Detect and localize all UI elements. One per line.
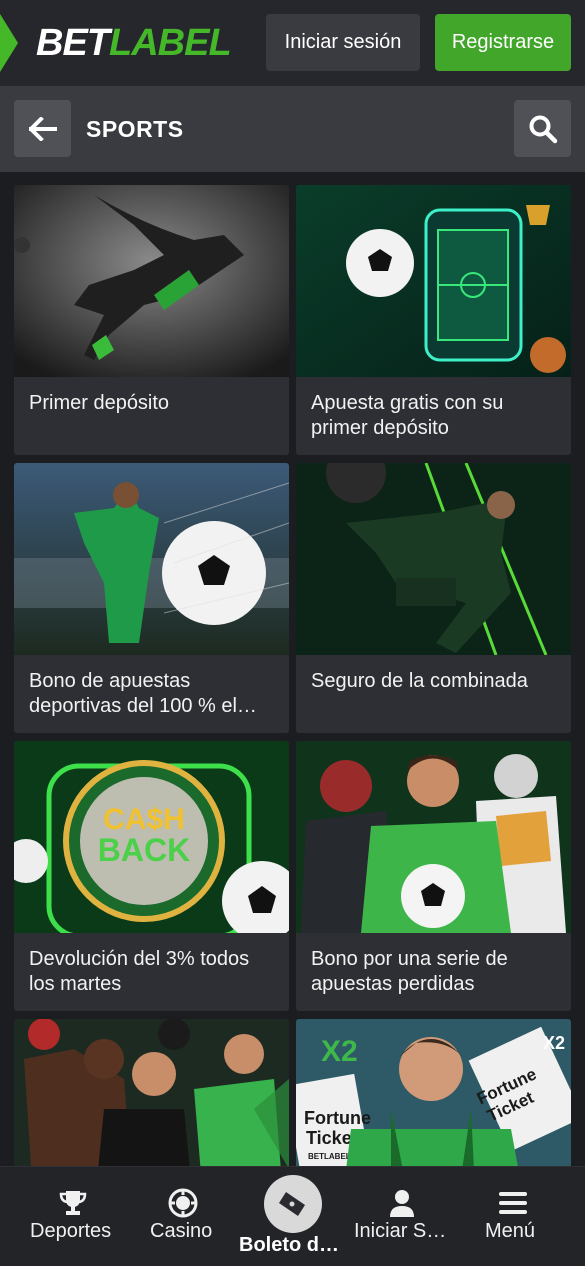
logo-label-text: LABEL	[109, 21, 232, 64]
arrow-left-icon	[28, 116, 57, 141]
nav-label: Casino	[150, 1220, 213, 1242]
promo-caption: Bono por una serie de apuestas perdidas	[311, 948, 508, 995]
user-icon	[390, 1190, 414, 1217]
promo-image	[14, 185, 289, 377]
page-title: SPORTS	[86, 116, 184, 142]
nav-login[interactable]: Iniciar S…	[350, 1167, 454, 1266]
chip-icon	[168, 1188, 198, 1218]
promo-caption: Seguro de la combinada	[311, 670, 528, 692]
login-button[interactable]: Iniciar sesión	[266, 14, 420, 71]
fortune-ticket-text: Fortune	[304, 1108, 371, 1128]
promo-image	[296, 741, 571, 933]
cashback-text-2: BACK	[98, 832, 190, 868]
promo-caption: Primer depósito	[29, 392, 170, 414]
x2-text: X2	[321, 1035, 358, 1068]
betlabel-small-text: BETLABEL	[308, 1152, 351, 1161]
register-button[interactable]: Registrarse	[435, 14, 571, 71]
nav-betslip-label[interactable]: Boleto d…	[230, 1234, 348, 1257]
promo-card[interactable]: Bono de apuestas deportivas del 100 % el…	[14, 463, 289, 733]
nav-label: Iniciar S…	[354, 1220, 447, 1242]
promo-card[interactable]: Bono por una serie de apuestas perdidas	[296, 741, 571, 1011]
ticket-icon	[279, 1192, 305, 1216]
menu-icon	[499, 1192, 527, 1214]
promo-card[interactable]: Primer depósito	[14, 185, 289, 455]
promo-image	[296, 185, 571, 377]
brand-chevron-icon	[0, 14, 18, 72]
top-header: BET LABEL Iniciar sesión Registrarse	[0, 0, 585, 86]
betlabel-logo[interactable]: BET LABEL	[36, 20, 232, 66]
promo-card[interactable]: Seguro de la combinada	[296, 463, 571, 733]
trophy-icon	[59, 1191, 87, 1215]
search-icon	[529, 115, 557, 143]
nav-label: Menú	[485, 1220, 536, 1242]
nav-betslip-button[interactable]	[264, 1175, 322, 1233]
promo-image	[14, 463, 289, 655]
promo-caption: Bono de apuestas deportivas del 100 % el…	[29, 670, 257, 717]
promo-image	[296, 463, 571, 655]
promo-image: CA$H BACK	[14, 741, 289, 933]
back-button[interactable]	[14, 100, 71, 157]
promo-card[interactable]: Apuesta gratis con su primer depósito	[296, 185, 571, 455]
nav-label: Deportes	[30, 1220, 112, 1242]
promo-caption: Apuesta gratis con su primer depósito	[311, 392, 504, 439]
nav-deportes[interactable]: Deportes	[14, 1167, 132, 1266]
nav-casino[interactable]: Casino	[140, 1167, 226, 1266]
x2-text-2: X2	[543, 1033, 565, 1053]
promo-caption: Devolución del 3% todos los martes	[29, 948, 250, 995]
search-button[interactable]	[514, 100, 571, 157]
logo-bet-text: BET	[36, 21, 110, 64]
promo-card[interactable]: CA$H BACK Devolución del 3% todos los ma…	[14, 741, 289, 1011]
nav-menu[interactable]: Menú	[470, 1167, 556, 1266]
